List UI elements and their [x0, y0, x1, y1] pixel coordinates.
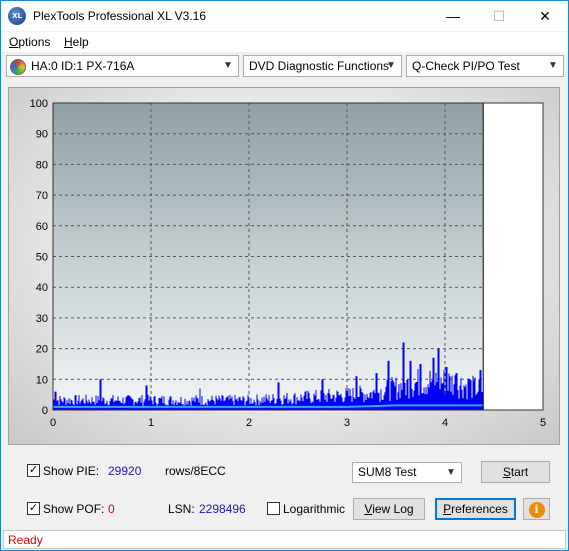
logarithmic-checkbox[interactable]	[267, 502, 280, 515]
y-tick-label: 70	[36, 190, 48, 202]
drive-select[interactable]: HA:0 ID:1 PX-716A ▼	[6, 55, 239, 77]
logarithmic-label: Logarithmic	[283, 502, 346, 516]
pie-value: 29920	[108, 464, 142, 478]
menu-help[interactable]: Help	[64, 35, 89, 49]
info-icon: i	[528, 502, 545, 518]
show-pie-checkbox[interactable]: ✓	[27, 464, 40, 477]
chevron-down-icon: ▼	[386, 60, 396, 71]
y-tick-label: 40	[36, 282, 48, 294]
untested-region	[483, 103, 543, 410]
y-tick-label: 30	[36, 313, 48, 325]
plextools-logo-icon: XL	[8, 7, 26, 25]
show-pof-checkbox[interactable]: ✓	[27, 502, 40, 515]
x-tick-label: 1	[148, 417, 154, 429]
window-title: PlexTools Professional XL V3.16	[33, 9, 206, 23]
sum-test-select-value: SUM8 Test	[358, 465, 417, 479]
menu-bar: Options Help	[1, 32, 568, 52]
x-tick-label: 0	[50, 417, 56, 429]
app-window: XL PlexTools Professional XL V3.16 — ☐ ✕…	[0, 0, 569, 551]
y-tick-label: 0	[42, 405, 48, 417]
lsn-value: 2298496	[199, 502, 246, 516]
disc-icon	[10, 59, 26, 75]
y-axis-ticks: 0 10 20 30 40 50 60 70 80 90 100	[30, 98, 48, 417]
chevron-down-icon: ▼	[223, 60, 233, 71]
function-select-value: DVD Diagnostic Functions	[249, 59, 390, 73]
show-pie-label: Show PIE:	[43, 464, 100, 478]
function-select[interactable]: DVD Diagnostic Functions ▼	[243, 55, 402, 77]
title-bar: XL PlexTools Professional XL V3.16 — ☐ ✕	[1, 1, 568, 31]
start-button[interactable]: Start	[481, 461, 550, 483]
toolbar: HA:0 ID:1 PX-716A ▼ DVD Diagnostic Funct…	[1, 53, 568, 79]
chevron-down-icon: ▼	[548, 60, 558, 71]
close-button[interactable]: ✕	[522, 1, 568, 31]
y-tick-label: 80	[36, 159, 48, 171]
test-select[interactable]: Q-Check PI/PO Test ▼	[406, 55, 564, 77]
y-tick-label: 60	[36, 221, 48, 233]
chevron-down-icon: ▼	[446, 467, 456, 478]
status-panel: ✓ Show PIE: 29920 rows/8ECC SUM8 Test ▼ …	[8, 452, 560, 526]
preferences-button[interactable]: Preferences	[435, 498, 516, 520]
pie-unit: rows/8ECC	[165, 464, 226, 478]
y-tick-label: 20	[36, 344, 48, 356]
info-button[interactable]: i	[523, 498, 550, 520]
drive-select-value: HA:0 ID:1 PX-716A	[31, 59, 135, 73]
show-pof-label: Show POF:	[43, 502, 105, 516]
x-tick-label: 4	[442, 417, 448, 429]
y-tick-label: 90	[36, 129, 48, 141]
y-tick-label: 100	[30, 98, 48, 110]
minimize-button[interactable]: —	[430, 1, 476, 31]
x-axis-ticks: 0 1 2 3 4 5	[50, 417, 546, 429]
x-tick-label: 5	[540, 417, 546, 429]
chart-panel: 0 10 20 30 40 50 60 70 80 90 100 0 1 2 3 4 5	[8, 87, 560, 445]
menu-options[interactable]: Options	[9, 35, 50, 49]
test-select-value: Q-Check PI/PO Test	[412, 59, 520, 73]
lsn-label: LSN:	[168, 502, 195, 516]
y-tick-label: 50	[36, 252, 48, 264]
y-tick-label: 10	[36, 374, 48, 386]
status-text: Ready	[8, 533, 43, 547]
pi-po-chart: 0 10 20 30 40 50 60 70 80 90 100 0 1 2 3 4 5	[30, 98, 546, 429]
pof-value: 0	[108, 502, 115, 516]
x-tick-label: 2	[246, 417, 252, 429]
x-tick-label: 3	[344, 417, 350, 429]
view-log-button[interactable]: View Log	[353, 498, 425, 520]
maximize-button[interactable]: ☐	[476, 1, 522, 31]
status-bar: Ready	[3, 530, 566, 549]
sum-test-select[interactable]: SUM8 Test ▼	[352, 462, 462, 483]
